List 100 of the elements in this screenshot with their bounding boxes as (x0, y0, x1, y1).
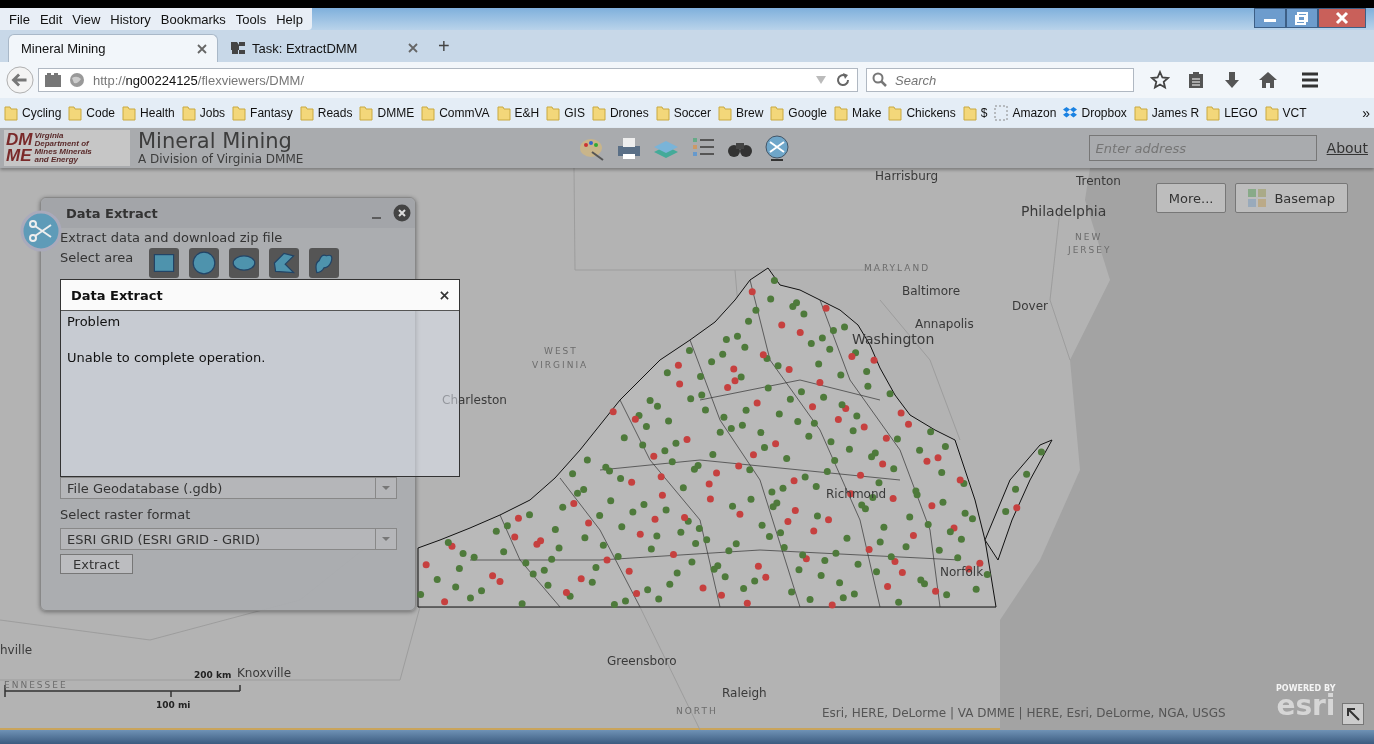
bookmark-item[interactable]: Brew (718, 105, 764, 121)
map-label: ENNESSEE (4, 680, 68, 690)
bookmark-item[interactable]: Reads (299, 105, 353, 121)
address-field[interactable]: http://ng00224125/flexviewers/DMM/ (38, 68, 858, 92)
folder-icon (546, 105, 561, 121)
logo-icon (230, 41, 246, 55)
globe-icon (69, 72, 85, 88)
panel-title: Data Extract (66, 205, 159, 221)
url-text: http://ng00224125/flexviewers/DMM/ (93, 72, 306, 88)
draw-tool-button[interactable] (269, 248, 300, 278)
circle-icon (192, 251, 217, 275)
folder-icon (655, 105, 670, 121)
folder-icon (888, 105, 903, 121)
bookmark-item[interactable]: Cycling (4, 105, 62, 121)
download-icon[interactable] (1222, 70, 1242, 90)
draw-tool-button[interactable] (149, 248, 180, 278)
minimize-icon[interactable] (1254, 8, 1286, 28)
search-field[interactable]: Search (866, 68, 1134, 92)
raster-format-dropdown[interactable]: ESRI GRID (ESRI GRID - GRID) (60, 528, 397, 550)
grid-icon (1248, 189, 1267, 207)
map-label: Harrisburg (875, 169, 939, 183)
close-icon[interactable] (440, 290, 449, 300)
bookmark-item[interactable]: Drones (591, 105, 649, 121)
panel-description: Extract data and download zip file (60, 229, 284, 247)
star-icon[interactable] (1150, 70, 1170, 90)
bookmark-item[interactable]: DMME (359, 105, 415, 121)
menu-item[interactable]: Bookmarks (155, 9, 231, 29)
menu-item[interactable]: Edit (34, 9, 68, 29)
draw-tool-button[interactable] (229, 248, 260, 278)
polygon-icon (272, 251, 297, 275)
bookmark-item[interactable]: Jobs (181, 105, 226, 121)
folder-icon (1264, 105, 1279, 121)
bookmark-item[interactable]: E&H (496, 105, 540, 121)
map-label: NORTH (676, 706, 718, 716)
map-label: JERSEY (1068, 245, 1112, 255)
clipboard-icon[interactable] (1186, 70, 1206, 90)
rectangle-icon (152, 251, 177, 275)
overflow-button[interactable]: » (1362, 105, 1370, 121)
folder-icon (68, 105, 83, 121)
new-tab-button[interactable]: + (428, 35, 460, 62)
bookmark-item[interactable]: Chickens (888, 105, 956, 121)
bookmark-item[interactable]: CommVA (421, 105, 490, 121)
folder-icon (962, 105, 977, 121)
menu-item[interactable]: Tools (230, 9, 272, 29)
map-label: Greensboro (607, 654, 677, 668)
reload-icon[interactable] (835, 72, 851, 88)
bookmark-item[interactable]: Soccer (655, 105, 711, 121)
expand-icon[interactable] (1342, 703, 1364, 725)
scissors-globe-icon[interactable] (763, 134, 791, 162)
file-format-dropdown[interactable]: File Geodatabase (.gdb) (60, 477, 397, 499)
map-label: NEW (1075, 232, 1103, 242)
map-label: Annapolis (915, 317, 974, 331)
bookmark-item[interactable]: Dropbox (1063, 105, 1127, 121)
map-label: VIRGINIA (532, 360, 589, 370)
menu-item[interactable]: History (105, 9, 156, 29)
menu-icon[interactable] (1300, 70, 1320, 90)
bookmark-item[interactable]: Health (122, 105, 175, 121)
minimize-icon[interactable] (372, 216, 381, 220)
bookmark-item[interactable]: Code (68, 105, 116, 121)
close-icon[interactable] (1318, 8, 1366, 28)
close-icon[interactable] (393, 204, 411, 222)
about-link[interactable]: About (1326, 140, 1368, 156)
bookmark-item[interactable]: Amazon (994, 105, 1057, 121)
home-icon[interactable] (1258, 70, 1278, 90)
search-icon (872, 72, 888, 88)
page-icon (994, 105, 1009, 121)
scale-label: 200 km (194, 670, 232, 680)
close-icon[interactable] (197, 43, 207, 54)
bookmark-item[interactable]: Make (834, 105, 882, 121)
bookmark-item[interactable]: LEGO (1206, 105, 1258, 121)
restore-icon[interactable] (1286, 8, 1318, 28)
bookmark-item[interactable]: Google (770, 105, 828, 121)
folder-icon (591, 105, 606, 121)
map-label: Raleigh (722, 686, 767, 700)
browser-tab[interactable]: Mineral Mining (8, 34, 218, 62)
address-search-field[interactable]: Enter address (1088, 135, 1317, 161)
draw-tool-button[interactable] (309, 248, 340, 278)
bookmark-item[interactable]: Fantasy (232, 105, 293, 121)
browser-tab[interactable]: Task: ExtractDMM (218, 34, 428, 62)
map-label: Norfolk (940, 565, 984, 579)
bookmark-item[interactable]: $ (962, 105, 988, 121)
select-area-label: Select area (60, 249, 134, 267)
map-button[interactable]: More... (1155, 183, 1227, 213)
history-icon (45, 72, 61, 88)
folder-icon (4, 105, 18, 121)
bookmark-item[interactable]: James R (1133, 105, 1200, 121)
map-label: MARYLAND (864, 263, 931, 273)
dialog-title: Data Extract (71, 287, 164, 303)
draw-tool-button[interactable] (189, 248, 220, 278)
extract-button[interactable]: Extract (60, 554, 133, 574)
menu-item[interactable]: View (67, 9, 106, 29)
map-button[interactable]: Basemap (1235, 183, 1348, 213)
folder-icon (421, 105, 436, 121)
menu-item[interactable]: File (4, 9, 35, 29)
menu-item[interactable]: Help (271, 9, 308, 29)
bookmark-item[interactable]: GIS (546, 105, 585, 121)
folder-icon (770, 105, 785, 121)
bookmark-item[interactable]: VCT (1264, 105, 1307, 121)
back-icon[interactable] (6, 66, 34, 94)
map-label: hville (0, 643, 33, 657)
